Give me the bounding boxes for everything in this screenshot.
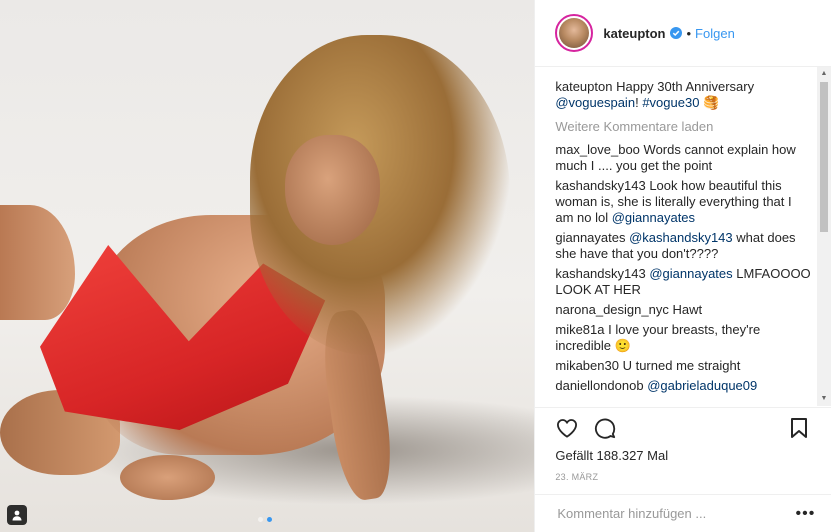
comment-input[interactable]	[555, 505, 796, 522]
follow-button[interactable]: Folgen	[695, 26, 735, 41]
more-options-icon[interactable]: •••	[796, 505, 816, 523]
comment-icon[interactable]	[593, 416, 617, 440]
comment-item: kashandsky143 Look how beautiful this wo…	[555, 178, 811, 226]
photo-face	[285, 135, 380, 245]
comment-username[interactable]: mike81a	[555, 322, 604, 337]
comment-text: Hawt	[672, 302, 703, 317]
heart-icon[interactable]	[555, 416, 579, 440]
carousel-dot[interactable]	[258, 517, 263, 522]
caption-username[interactable]: kateupton	[555, 79, 612, 94]
comment-username[interactable]: narona_design_nyc	[555, 302, 668, 317]
comment-item: narona_design_nyc Hawt	[555, 302, 811, 318]
comment-username[interactable]: kashandsky143	[555, 266, 645, 281]
comment-mention[interactable]: @giannayates	[649, 266, 732, 281]
comment-emoji: 🙂	[614, 338, 631, 353]
scroll-up-icon[interactable]: ▲	[820, 69, 828, 79]
verified-badge-icon	[670, 27, 683, 39]
comment-username[interactable]: max_love_boo	[555, 142, 640, 157]
comment-text: U turned me straight	[622, 358, 741, 373]
avatar[interactable]	[555, 14, 594, 52]
person-tag-icon[interactable]	[7, 505, 27, 525]
caption-text: Happy 30th Anniversary	[616, 79, 755, 94]
post-side-panel: kateupton • Folgen kateupton Happy 30th …	[534, 0, 831, 532]
comment-item: mike81a I love your breasts, they're inc…	[555, 322, 811, 354]
comment-username[interactable]: kashandsky143	[555, 178, 645, 193]
scroll-down-icon[interactable]: ▼	[820, 394, 828, 404]
caption-emoji: 🥞	[703, 95, 720, 110]
header-username[interactable]: kateupton	[603, 26, 665, 41]
post-actions: Gefällt 188.327 Mal 23. MÄRZ	[535, 407, 831, 482]
photo-arm-left	[0, 205, 75, 320]
carousel-dot[interactable]	[267, 517, 272, 522]
comment-mention[interactable]: @gabrieladuque09	[647, 378, 757, 393]
photo-hand	[120, 455, 215, 500]
comment-item: giannayates @kashandsky143 what does she…	[555, 230, 811, 262]
caption-punct: !	[635, 95, 639, 110]
load-more-comments[interactable]: Weitere Kommentare laden	[555, 119, 811, 134]
comment-item: kashandsky143 @giannayates LMFAOOOO LOOK…	[555, 266, 811, 298]
add-comment-bar: •••	[535, 494, 831, 532]
comment-item: max_love_boo Words cannot explain how mu…	[555, 142, 811, 174]
comment-mention[interactable]: @kashandsky143	[629, 230, 733, 245]
comment-username[interactable]: daniellondonob	[555, 378, 643, 393]
caption-mention[interactable]: @voguespain	[555, 95, 635, 110]
scrollbar-thumb[interactable]	[820, 82, 828, 232]
caption: kateupton Happy 30th Anniversary @vogues…	[555, 79, 811, 111]
post-photo[interactable]	[0, 0, 535, 532]
post-header: kateupton • Folgen	[535, 0, 831, 67]
comment-username[interactable]: mikaben30	[555, 358, 619, 373]
bookmark-icon[interactable]	[787, 416, 811, 440]
likes-count[interactable]: Gefällt 188.327 Mal	[535, 448, 831, 466]
instagram-post: kateupton • Folgen kateupton Happy 30th …	[0, 0, 831, 532]
caption-hashtag[interactable]: #vogue30	[642, 95, 699, 110]
carousel-dots	[258, 517, 272, 522]
comments-list: kateupton Happy 30th Anniversary @vogues…	[535, 67, 831, 406]
post-date[interactable]: 23. MÄRZ	[535, 466, 831, 482]
header-separator: •	[686, 25, 692, 41]
comment-item: daniellondonob @gabrieladuque09	[555, 378, 811, 394]
action-icons	[535, 408, 831, 448]
comment-item: mikaben30 U turned me straight	[555, 358, 811, 374]
comments-scrollbar[interactable]: ▲ ▼	[817, 67, 831, 406]
comment-mention[interactable]: @giannayates	[612, 210, 695, 225]
comment-username[interactable]: giannayates	[555, 230, 625, 245]
